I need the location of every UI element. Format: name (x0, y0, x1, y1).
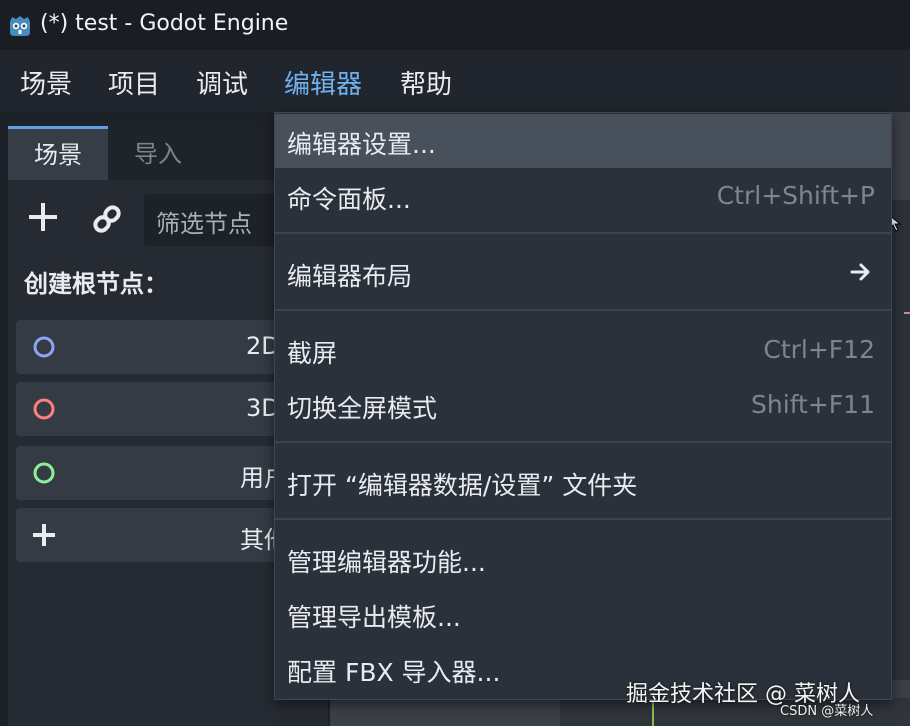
menu-item-open-data-folder[interactable]: 打开 “编辑器数据/设置” 文件夹 (275, 455, 891, 509)
viewport-guide-line (904, 312, 910, 314)
menu-item-label: 管理导出模板... (287, 603, 461, 632)
menu-separator (275, 232, 891, 234)
menu-separator (275, 309, 891, 311)
menu-bar: 场景 项目 调试 编辑器 帮助 (0, 50, 910, 112)
menu-item-label: 切换全屏模式 (287, 394, 438, 423)
menu-item-screenshot[interactable]: 截屏 Ctrl+F12 (275, 323, 891, 377)
menu-item-shortcut: Ctrl+Shift+P (716, 181, 875, 210)
godot-robot-icon (10, 16, 30, 36)
menu-separator (275, 518, 891, 520)
menu-item-label: 管理编辑器功能... (287, 548, 486, 577)
menu-item-label: 编辑器布局 (287, 262, 413, 291)
instance-scene-link-icon[interactable] (90, 202, 124, 236)
plus-icon (33, 524, 55, 546)
menu-debug[interactable]: 调试 (196, 64, 248, 101)
circle-blue-icon (33, 336, 55, 358)
watermark-small: CSDN @菜树人 (780, 704, 874, 719)
menu-item-label: 配置 FBX 导入器... (287, 658, 501, 687)
title-bar: (*) test - Godot Engine (0, 0, 910, 50)
menu-item-toggle-fullscreen[interactable]: 切换全屏模式 Shift+F11 (275, 378, 891, 432)
menu-item-label: 编辑器设置... (287, 130, 436, 159)
circle-red-icon (33, 398, 55, 420)
menu-item-editor-layout[interactable]: 编辑器布局 (275, 246, 891, 300)
menu-item-manage-export-templates[interactable]: 管理导出模板... (275, 587, 891, 641)
tab-import[interactable]: 导入 (108, 126, 208, 180)
menu-item-command-palette[interactable]: 命令面板... Ctrl+Shift+P (275, 169, 891, 223)
window-title: (*) test - Godot Engine (40, 11, 289, 36)
menu-item-label: 打开 “编辑器数据/设置” 文件夹 (287, 471, 638, 500)
circle-green-icon (33, 462, 55, 484)
tab-scene[interactable]: 场景 (8, 126, 108, 180)
menu-item-shortcut: Shift+F11 (751, 390, 875, 419)
menu-separator (275, 441, 891, 443)
add-node-plus-icon[interactable] (26, 200, 60, 234)
menu-editor[interactable]: 编辑器 (284, 64, 362, 101)
menu-help[interactable]: 帮助 (400, 64, 452, 101)
filter-nodes-placeholder: 筛选节点 (156, 210, 252, 238)
menu-project[interactable]: 项目 (108, 64, 160, 101)
submenu-arrow-right-icon (850, 263, 870, 281)
menu-scene[interactable]: 场景 (20, 64, 72, 101)
menu-item-shortcut: Ctrl+F12 (763, 335, 875, 364)
viewport-side-strip (890, 200, 910, 680)
editor-menu-dropdown: 编辑器设置... 命令面板... Ctrl+Shift+P 编辑器布局 截屏 C… (274, 112, 892, 700)
menu-item-label: 命令面板... (287, 185, 411, 214)
menu-item-editor-settings[interactable]: 编辑器设置... (275, 114, 891, 168)
menu-item-label: 截屏 (287, 339, 338, 368)
menu-item-manage-features[interactable]: 管理编辑器功能... (275, 532, 891, 586)
create-root-heading: 创建根节点： (24, 270, 168, 298)
